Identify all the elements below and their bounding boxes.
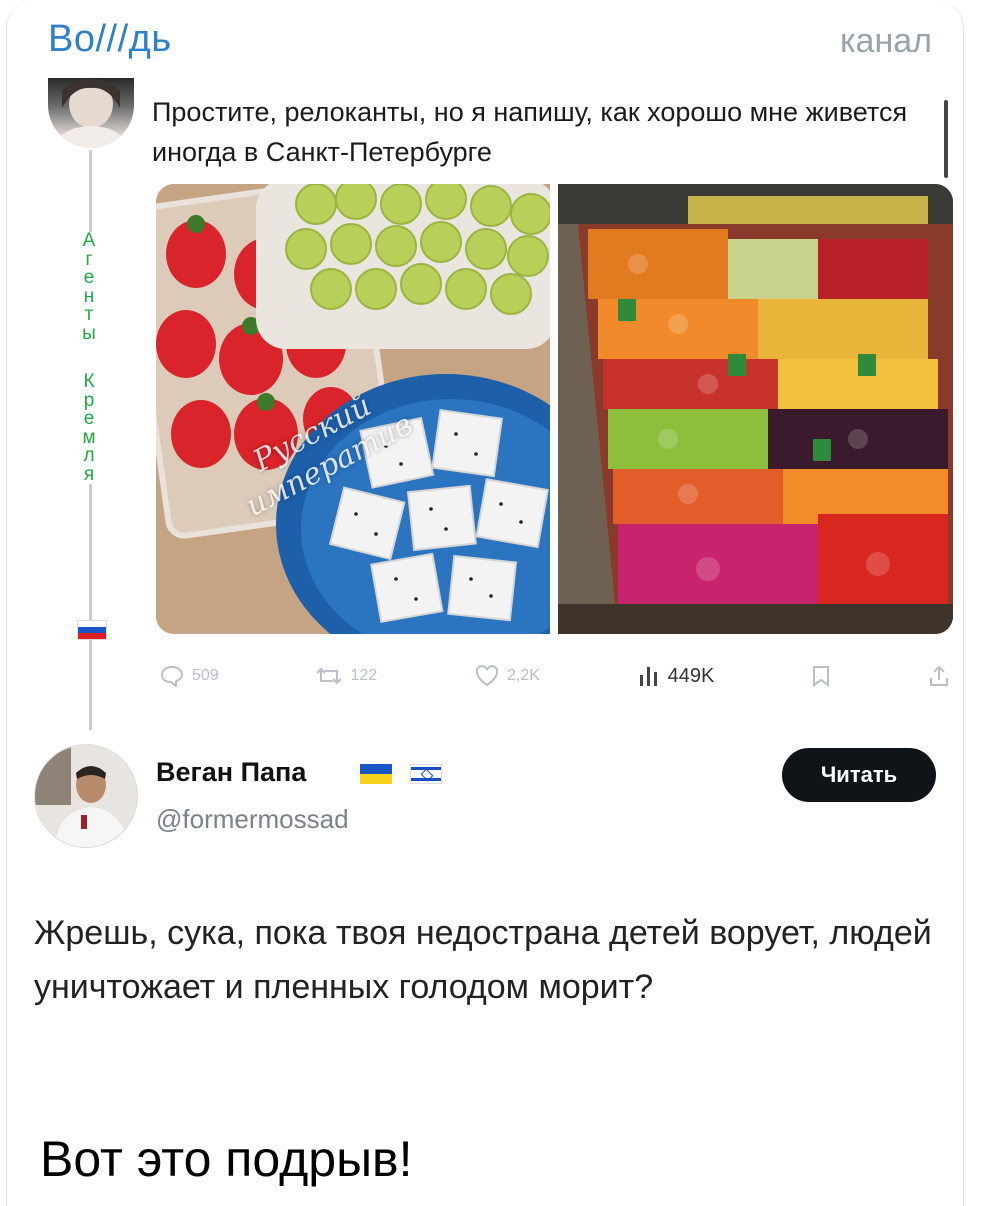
replies-stat[interactable]: 509 [160, 665, 219, 687]
post-stats: 509 122 2,2K 449K [160, 656, 950, 696]
views-stat[interactable]: 449K [638, 664, 715, 688]
market-photo[interactable] [558, 184, 953, 634]
post-media[interactable]: Русский императив [156, 184, 953, 634]
reply-author-name[interactable]: Веган Папа [156, 757, 306, 788]
side-letter: ы [78, 324, 100, 343]
bookmark-icon [813, 666, 830, 687]
original-post-text: Простите, релоканты, но я напишу, как хо… [152, 97, 908, 167]
side-letter: т [78, 305, 100, 325]
likes-count: 2,2K [506, 667, 540, 684]
repost-icon [316, 667, 343, 685]
ukraine-flag-icon [360, 764, 392, 784]
side-overlay-text: А г е н т ы К р е м л я [78, 231, 100, 484]
side-letter [78, 343, 100, 373]
reply-icon [160, 665, 184, 687]
channel-tag: канал [839, 22, 932, 60]
side-letter: е [78, 409, 100, 429]
israel-flag-icon [410, 764, 442, 784]
side-letter: л [78, 446, 100, 466]
reposts-stat[interactable]: 122 [316, 666, 377, 686]
share-stat[interactable] [928, 665, 950, 687]
message-caption: Вот это подрыв! [40, 1131, 413, 1187]
share-icon [929, 665, 948, 686]
views-icon [639, 667, 657, 686]
views-count: 449K [667, 664, 715, 687]
russia-flag-icon [77, 620, 107, 640]
food-photo[interactable]: Русский императив [156, 184, 550, 634]
replies-count: 509 [192, 667, 219, 684]
likes-stat[interactable]: 2,2K [475, 665, 540, 687]
reply-author-handle[interactable]: @formermossad [156, 804, 349, 835]
reply-author-avatar[interactable] [34, 744, 138, 848]
bookmark-stat[interactable] [812, 665, 830, 687]
side-letter: е [78, 268, 100, 288]
channel-name[interactable]: Во///дь [48, 18, 172, 61]
side-letter: я [78, 465, 100, 484]
heart-icon [475, 665, 499, 687]
reposts-count: 122 [350, 667, 378, 684]
side-letter: К [78, 372, 100, 392]
reply-text: Жрешь, сука, пока твоя недострана детей … [34, 914, 932, 1006]
scroll-indicator [944, 100, 948, 178]
follow-button[interactable]: Читать [782, 748, 936, 802]
side-letter: А [78, 231, 100, 251]
